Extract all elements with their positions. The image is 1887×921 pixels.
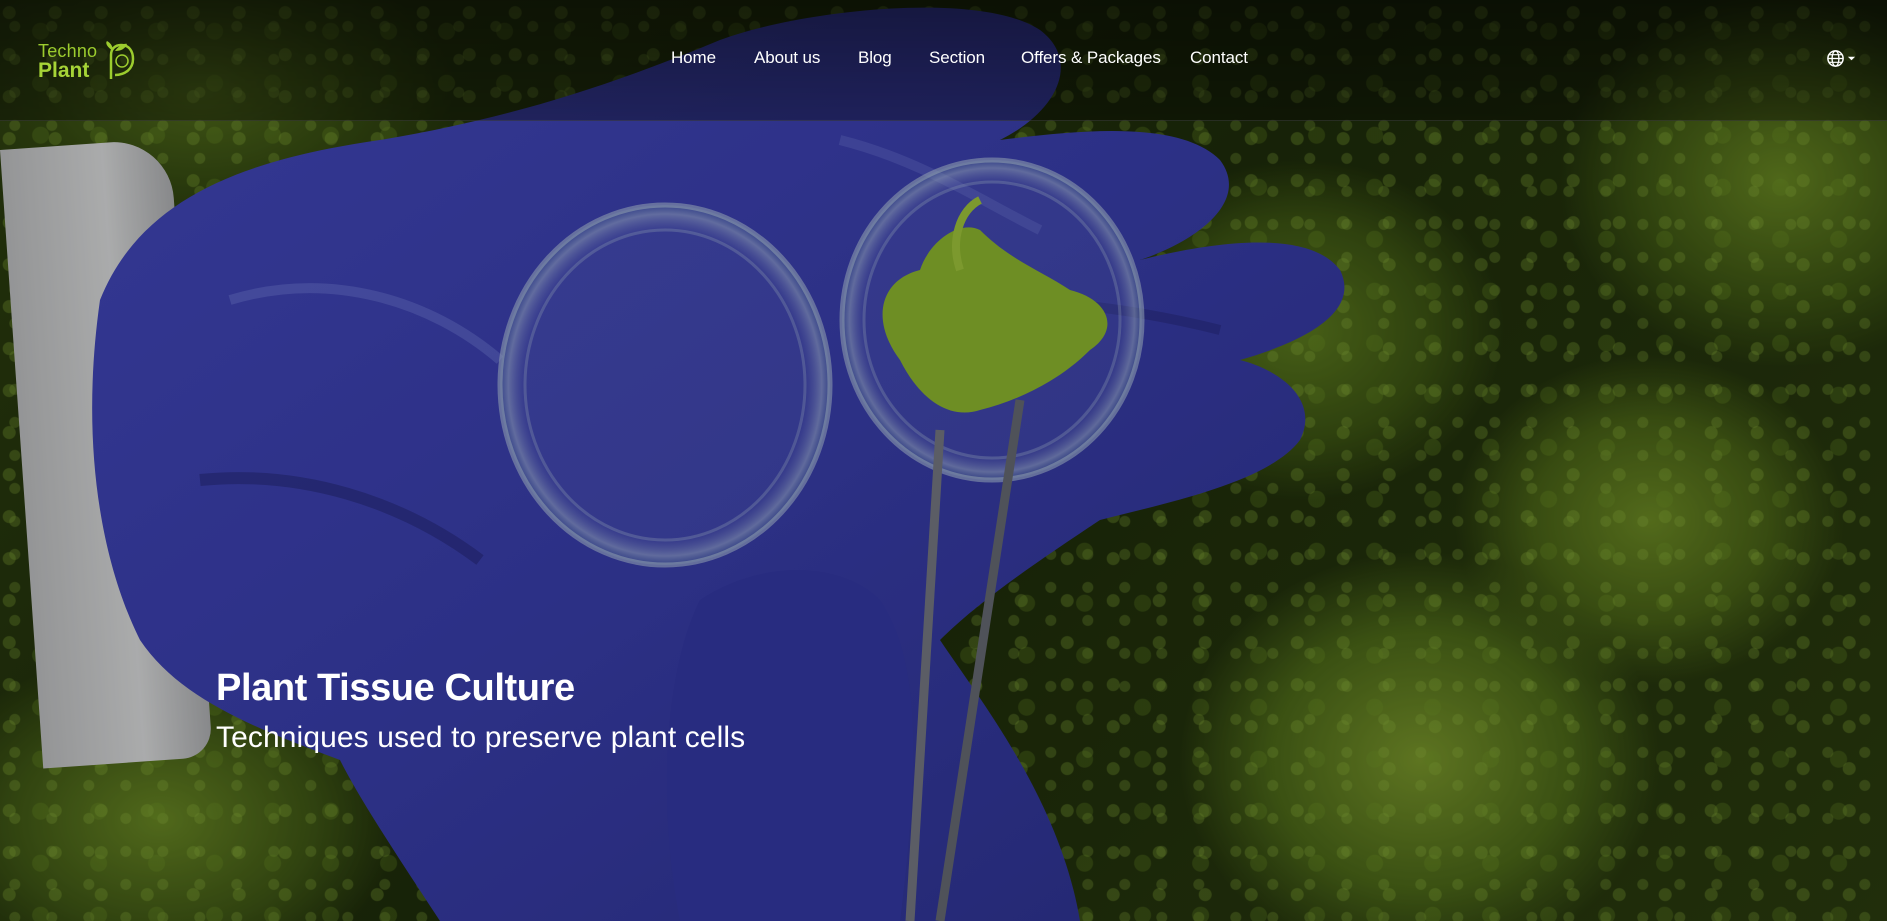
language-switcher[interactable] xyxy=(1826,49,1856,68)
nav-link-section[interactable]: Section xyxy=(929,48,985,68)
plant-sprout-icon xyxy=(106,41,135,79)
top-navigation-bar: Techno Plant Home About us Blog Section … xyxy=(0,0,1887,121)
nav-link-offers-packages[interactable]: Offers & Packages xyxy=(1021,48,1161,68)
logo-line-2: Plant xyxy=(38,59,90,82)
techno-plant-logo[interactable]: Techno Plant xyxy=(38,38,142,84)
logo-wordmark: Techno Plant xyxy=(38,42,97,82)
hero-title: Plant Tissue Culture xyxy=(216,667,575,709)
nav-link-home[interactable]: Home xyxy=(671,48,716,68)
globe-icon xyxy=(1827,50,1844,67)
caret-down-icon xyxy=(1847,56,1856,61)
image-dim-overlay xyxy=(0,0,1887,921)
nav-link-contact[interactable]: Contact xyxy=(1190,48,1248,68)
nav-link-blog[interactable]: Blog xyxy=(858,48,892,68)
nav-link-about-us[interactable]: About us xyxy=(754,48,820,68)
landing-page: Techno Plant Home About us Blog Section … xyxy=(0,0,1887,921)
hero-subtitle: Techniques used to preserve plant cells xyxy=(216,721,746,754)
hero-caption: Plant Tissue Culture Techniques used to … xyxy=(216,662,745,758)
